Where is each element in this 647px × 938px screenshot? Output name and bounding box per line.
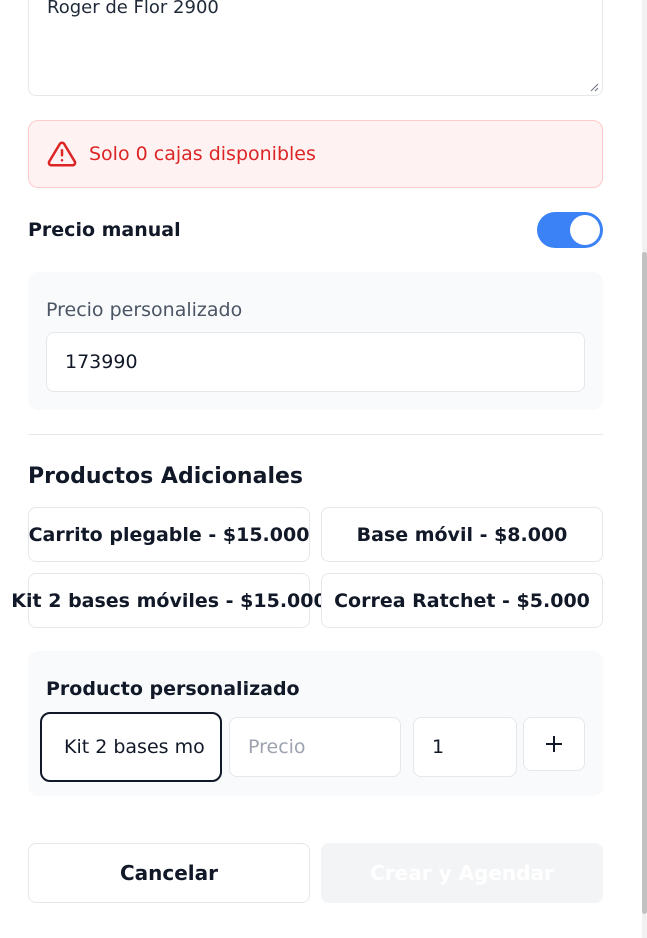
- custom-product-price-input[interactable]: Precio: [229, 717, 401, 777]
- section-divider: [28, 434, 603, 435]
- product-button-label: Carrito plegable - $15.000: [28, 523, 310, 546]
- price-placeholder: Precio: [248, 736, 306, 758]
- custom-product-name-input[interactable]: Kit 2 bases mo: [40, 712, 222, 782]
- resize-grip-icon[interactable]: [589, 82, 599, 92]
- custom-price-label: Precio personalizado: [46, 299, 243, 321]
- alert-message: Solo 0 cajas disponibles: [89, 143, 316, 165]
- custom-product-panel: Producto personalizado Kit 2 bases mo Pr…: [28, 651, 603, 796]
- cancel-button[interactable]: Cancelar: [28, 843, 310, 903]
- custom-price-value: 173990: [65, 351, 138, 373]
- cancel-label: Cancelar: [119, 861, 219, 885]
- custom-product-label: Producto personalizado: [46, 678, 300, 700]
- custom-product-quantity-input[interactable]: 1: [413, 717, 517, 777]
- create-label: Crear y Agendar: [370, 861, 554, 885]
- warning-icon: [47, 139, 77, 169]
- create-and-schedule-button[interactable]: Crear y Agendar: [321, 843, 603, 903]
- product-button-label: Base móvil - $8.000: [356, 523, 568, 546]
- custom-price-input[interactable]: 173990: [46, 332, 585, 392]
- product-button-correa[interactable]: Correa Ratchet - $5.000: [321, 573, 603, 628]
- product-button-label: Kit 2 bases móviles - $15.000: [11, 589, 327, 612]
- manual-price-row: Precio manual: [28, 212, 603, 248]
- stock-alert: Solo 0 cajas disponibles: [28, 120, 603, 188]
- manual-price-label: Precio manual: [28, 219, 181, 241]
- product-button-label: Correa Ratchet - $5.000: [334, 589, 590, 612]
- product-button-carrito[interactable]: Carrito plegable - $15.000: [28, 507, 310, 562]
- custom-product-name-value: Kit 2 bases mo: [64, 736, 205, 758]
- manual-price-toggle[interactable]: [537, 212, 603, 248]
- quantity-value: 1: [432, 736, 445, 758]
- plus-icon: [546, 736, 562, 752]
- product-button-kit-bases[interactable]: Kit 2 bases móviles - $15.000: [11, 573, 327, 628]
- scrollbar-thumb[interactable]: [642, 252, 647, 914]
- custom-price-panel: Precio personalizado 173990: [28, 272, 603, 410]
- toggle-knob: [570, 215, 600, 245]
- additional-products-title: Productos Adicionales: [28, 464, 303, 489]
- address-text: Roger de Flor 2900: [47, 0, 219, 18]
- product-button-base-movil[interactable]: Base móvil - $8.000: [321, 507, 603, 562]
- add-custom-product-button[interactable]: [523, 717, 585, 771]
- address-textarea[interactable]: Roger de Flor 2900: [28, 0, 603, 96]
